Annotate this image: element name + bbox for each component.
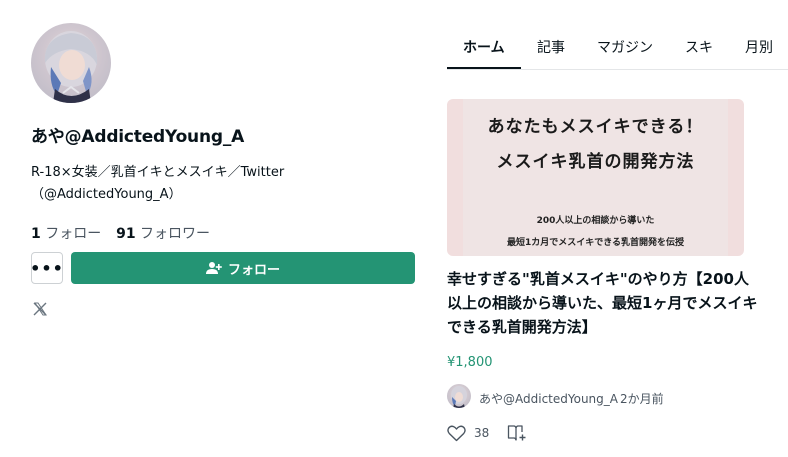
add-user-icon xyxy=(205,262,222,274)
article-price: ¥1,800 xyxy=(447,355,493,370)
tab-likes[interactable]: スキ xyxy=(685,37,713,57)
article-thumbnail[interactable]: あなたもメスイキできる！ メスイキ乳首の開発方法 200人以上の相談から導いた … xyxy=(447,99,744,256)
thumbnail-subheadline: メスイキ乳首の開発方法 xyxy=(496,152,695,172)
tab-magazines[interactable]: マガジン xyxy=(597,37,653,57)
following-label: フォロー xyxy=(45,226,102,242)
followers-count: 91 xyxy=(116,226,136,242)
following-count: 1 xyxy=(31,226,41,242)
tab-monthly[interactable]: 月別 xyxy=(745,37,773,57)
add-to-magazine-icon[interactable] xyxy=(507,424,527,442)
profile-name: あや@AddictedYoung_A xyxy=(31,127,245,147)
followers-label: フォロワー xyxy=(140,226,211,242)
profile-tabs: ホーム 記事 マガジン スキ 月別 xyxy=(447,28,788,70)
more-options-button[interactable]: ••• xyxy=(30,252,64,284)
heart-icon[interactable] xyxy=(447,425,466,442)
published-time: 2か月前 xyxy=(620,392,664,406)
following-stat[interactable]: 1 フォロー xyxy=(31,226,106,242)
more-icon: ••• xyxy=(30,258,64,278)
followers-stat[interactable]: 91 フォロワー xyxy=(116,226,210,242)
active-tab-indicator xyxy=(447,67,521,69)
thumbnail-headline: あなたもメスイキできる！ xyxy=(487,117,704,137)
thumbnail-panel: あなたもメスイキできる！ メスイキ乳首の開発方法 200人以上の相談から導いた … xyxy=(463,99,728,256)
thumbnail-caption-1: 200人以上の相談から導いた xyxy=(536,216,655,226)
author-avatar-image xyxy=(451,386,467,408)
follow-button-label: フォロー xyxy=(227,262,280,278)
author-name[interactable]: あや@AddictedYoung_A xyxy=(479,390,618,407)
tab-home[interactable]: ホーム xyxy=(463,37,505,57)
article-title[interactable]: 幸せすぎる"乳首メスイキ"のやり方【200人以上の相談から導いた、最短1ヶ月でメ… xyxy=(447,267,762,339)
profile-avatar[interactable] xyxy=(31,23,111,103)
thumbnail-caption-2: 最短1カ月でメスイキできる乳首開発を伝授 xyxy=(506,238,685,248)
profile-bio: R-18×女装／乳首イキとメスイキ／Twitter（@AddictedYoung… xyxy=(31,165,285,202)
like-count: 38 xyxy=(474,426,490,440)
tab-articles[interactable]: 記事 xyxy=(537,37,565,57)
follow-button[interactable]: フォロー xyxy=(71,252,415,284)
avatar-image xyxy=(44,31,98,103)
author-avatar[interactable] xyxy=(447,384,471,408)
follow-stats: 1 フォロー 91 フォロワー xyxy=(31,223,210,243)
x-icon[interactable] xyxy=(33,302,47,316)
